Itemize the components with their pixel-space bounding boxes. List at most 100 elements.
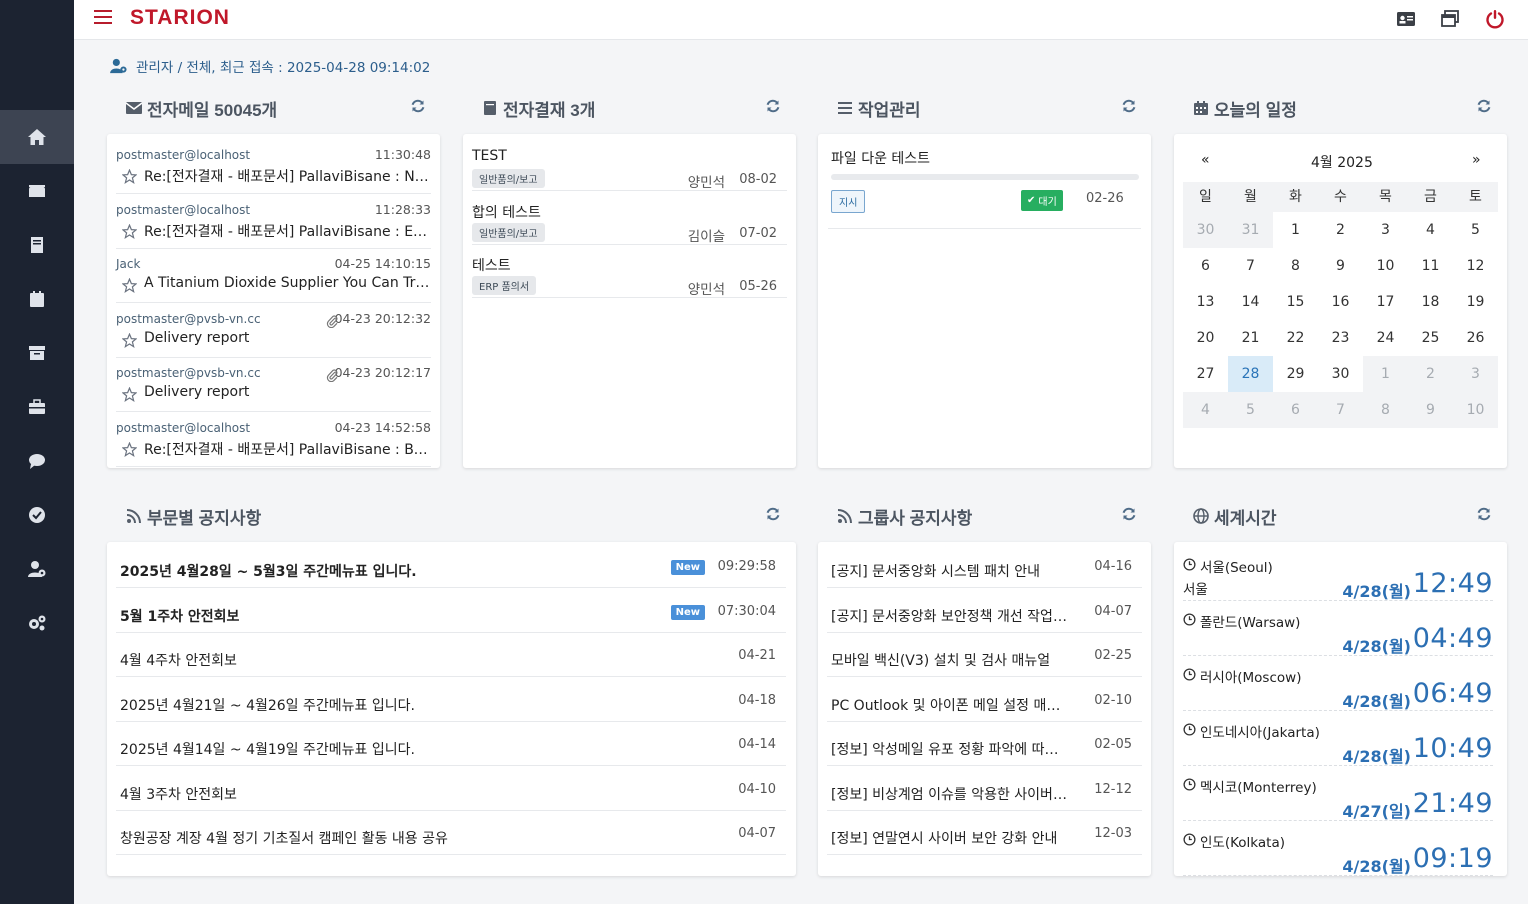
calendar-day[interactable]: 2 xyxy=(1408,356,1453,392)
calendar-day[interactable]: 14 xyxy=(1228,284,1273,320)
calendar-day[interactable]: 25 xyxy=(1408,320,1453,356)
mail-card-title[interactable]: 전자메일 50045개 xyxy=(126,94,277,122)
group-notice-title[interactable]: [공지] 문서중앙화 시스템 패치 안내 xyxy=(831,561,1070,581)
mail-subject[interactable]: Delivery report xyxy=(144,330,431,346)
notice-list-item[interactable]: 4월 4주차 안전회보 04-21 xyxy=(116,633,786,677)
calendar-day[interactable]: 29 xyxy=(1273,356,1318,392)
sidebar-item-user-admin[interactable] xyxy=(0,542,74,596)
star-icon[interactable] xyxy=(121,168,138,184)
calendar-day[interactable]: 3 xyxy=(1363,212,1408,248)
calendar-day[interactable]: 11 xyxy=(1408,248,1453,284)
mail-refresh-button[interactable] xyxy=(410,98,428,116)
notice-title[interactable]: 2025년 4월14일 ~ 4월19일 주간메뉴표 입니다. xyxy=(120,739,716,759)
calendar-day[interactable]: 26 xyxy=(1453,320,1498,356)
star-icon[interactable] xyxy=(121,386,138,402)
sidebar-item-settings[interactable] xyxy=(0,596,74,650)
calendar-day[interactable]: 7 xyxy=(1318,392,1363,428)
approval-list-item[interactable]: 테스트 ERP 품의서 양민석 05-26 xyxy=(472,245,787,298)
approval-refresh-button[interactable] xyxy=(765,98,783,116)
dept-notice-refresh-button[interactable] xyxy=(765,506,783,524)
calendar-day[interactable]: 27 xyxy=(1183,356,1228,392)
mail-list-item[interactable]: postmaster@localhost 11:30:48 Re:[전자결재 - 배… xyxy=(116,140,431,194)
group-notice-title[interactable]: [정보] 악성메일 유포 정황 파악에 따른 주의 xyxy=(831,739,1070,759)
approval-title[interactable]: 합의 테스트 xyxy=(472,202,541,222)
app-logo[interactable]: STARION xyxy=(130,6,230,30)
calendar-prev-button[interactable]: « xyxy=(1201,152,1210,168)
calendar-month-label[interactable]: 4월 2025 xyxy=(1311,152,1373,172)
calendar-day[interactable]: 24 xyxy=(1363,320,1408,356)
tasks-card-title[interactable]: 작업관리 xyxy=(837,94,921,122)
notice-title[interactable]: 2025년 4월28일 ~ 5월3일 주간메뉴표 입니다. xyxy=(120,561,666,581)
group-notice-title[interactable]: [공지] 문서중앙화 보안정책 개선 작업 안내 xyxy=(831,606,1070,626)
calendar-day[interactable]: 8 xyxy=(1273,248,1318,284)
sidebar-item-chat[interactable] xyxy=(0,434,74,488)
approval-title[interactable]: TEST xyxy=(472,148,507,164)
group-notice-refresh-button[interactable] xyxy=(1121,506,1139,524)
group-notice-list-item[interactable]: [정보] 악성메일 유포 정황 파악에 따른 주의 02-05 xyxy=(827,722,1142,766)
star-icon[interactable] xyxy=(121,332,138,348)
notice-title[interactable]: 2025년 4월21일 ~ 4월26일 주간메뉴표 입니다. xyxy=(120,695,716,715)
sidebar-item-home[interactable] xyxy=(0,110,74,164)
calendar-day[interactable]: 5 xyxy=(1453,212,1498,248)
calendar-day[interactable]: 7 xyxy=(1228,248,1273,284)
breadcrumb-scope[interactable]: 전체 xyxy=(186,60,211,76)
star-icon[interactable] xyxy=(121,223,138,239)
mail-list-item[interactable]: Jack 04-25 14:10:15 A Titanium Dioxide Sup… xyxy=(116,249,431,303)
group-notice-list-item[interactable]: 모바일 백신(V3) 설치 및 검사 매뉴얼 02-25 xyxy=(827,633,1142,677)
group-notice-list-item[interactable]: [공지] 문서중앙화 보안정책 개선 작업 안내 04-07 xyxy=(827,589,1142,633)
calendar-day[interactable]: 3 xyxy=(1453,356,1498,392)
sidebar-item-tasks[interactable] xyxy=(0,488,74,542)
calendar-day[interactable]: 15 xyxy=(1273,284,1318,320)
calendar-day[interactable]: 16 xyxy=(1318,284,1363,320)
group-notice-card-title[interactable]: 그룹사 공지사항 xyxy=(837,502,972,530)
mail-subject[interactable]: Delivery report xyxy=(144,384,431,400)
notice-list-item[interactable]: 2025년 4월21일 ~ 4월26일 주간메뉴표 입니다. 04-18 xyxy=(116,678,786,722)
group-notice-title[interactable]: 모바일 백신(V3) 설치 및 검사 매뉴얼 xyxy=(831,650,1070,670)
calendar-day[interactable]: 30 xyxy=(1318,356,1363,392)
sidebar-item-calendar[interactable] xyxy=(0,272,74,326)
calendar-card-title[interactable]: 오늘의 일정 xyxy=(1193,94,1297,122)
calendar-day[interactable]: 23 xyxy=(1318,320,1363,356)
notice-list-item[interactable]: 2025년 4월14일 ~ 4월19일 주간메뉴표 입니다. 04-14 xyxy=(116,722,786,766)
notice-list-item[interactable]: 2025년 4월28일 ~ 5월3일 주간메뉴표 입니다. New 09:29:58 xyxy=(116,544,786,588)
calendar-day[interactable]: 22 xyxy=(1273,320,1318,356)
group-notice-title[interactable]: PC Outlook 및 아이폰 메일 설정 매뉴얼 xyxy=(831,695,1070,715)
calendar-next-button[interactable]: » xyxy=(1472,152,1481,168)
breadcrumb-role[interactable]: 관리자 xyxy=(136,60,173,76)
calendar-day[interactable]: 4 xyxy=(1408,212,1453,248)
sidebar-item-mail[interactable] xyxy=(0,164,74,218)
calendar-day[interactable]: 8 xyxy=(1363,392,1408,428)
calendar-day[interactable]: 30 xyxy=(1183,212,1228,248)
calendar-day[interactable]: 12 xyxy=(1453,248,1498,284)
windows-icon[interactable] xyxy=(1439,8,1461,30)
world-time-refresh-button[interactable] xyxy=(1476,506,1494,524)
approval-card-title[interactable]: 전자결재 3개 xyxy=(482,94,595,122)
mail-list-item[interactable]: postmaster@pvsb-vn.cc 04-23 20:12:32 Deliv… xyxy=(116,304,431,358)
calendar-day[interactable]: 21 xyxy=(1228,320,1273,356)
group-notice-title[interactable]: [정보] 연말연시 사이버 보안 강화 안내 xyxy=(831,828,1070,848)
world-time-card-title[interactable]: 세계시간 xyxy=(1193,502,1277,530)
mail-subject[interactable]: Re:[전자결재 - 배포문서] PallaviBisane : New Cu xyxy=(144,166,431,186)
calendar-day[interactable]: 18 xyxy=(1408,284,1453,320)
calendar-day[interactable]: 1 xyxy=(1273,212,1318,248)
group-notice-list-item[interactable]: [정보] 연말연시 사이버 보안 강화 안내 12-03 xyxy=(827,811,1142,855)
sidebar-item-business[interactable] xyxy=(0,380,74,434)
calendar-day[interactable]: 20 xyxy=(1183,320,1228,356)
notice-list-item[interactable]: 4월 3주차 안전회보 04-10 xyxy=(116,767,786,811)
star-icon[interactable] xyxy=(121,441,138,457)
calendar-day[interactable]: 10 xyxy=(1453,392,1498,428)
approval-title[interactable]: 테스트 xyxy=(472,255,511,275)
id-card-icon[interactable] xyxy=(1395,8,1417,30)
notice-title[interactable]: 창원공장 계장 4월 정기 기초질서 캠페인 활동 내용 공유 xyxy=(120,828,716,848)
group-notice-list-item[interactable]: [정보] 비상계엄 이슈를 악용한 사이버 공격 12-12 xyxy=(827,767,1142,811)
mail-list-item[interactable]: postmaster@pvsb-vn.cc 04-23 20:12:17 Deliv… xyxy=(116,358,431,412)
calendar-day[interactable]: 17 xyxy=(1363,284,1408,320)
calendar-day[interactable]: 19 xyxy=(1453,284,1498,320)
sidebar-item-approval[interactable] xyxy=(0,218,74,272)
group-notice-title[interactable]: [정보] 비상계엄 이슈를 악용한 사이버 공격 xyxy=(831,784,1070,804)
calendar-day[interactable]: 6 xyxy=(1273,392,1318,428)
calendar-day[interactable]: 10 xyxy=(1363,248,1408,284)
calendar-day[interactable]: 9 xyxy=(1318,248,1363,284)
mail-list-item[interactable]: postmaster@localhost 04-23 14:52:58 Re:[전자… xyxy=(116,413,431,467)
calendar-day[interactable]: 13 xyxy=(1183,284,1228,320)
